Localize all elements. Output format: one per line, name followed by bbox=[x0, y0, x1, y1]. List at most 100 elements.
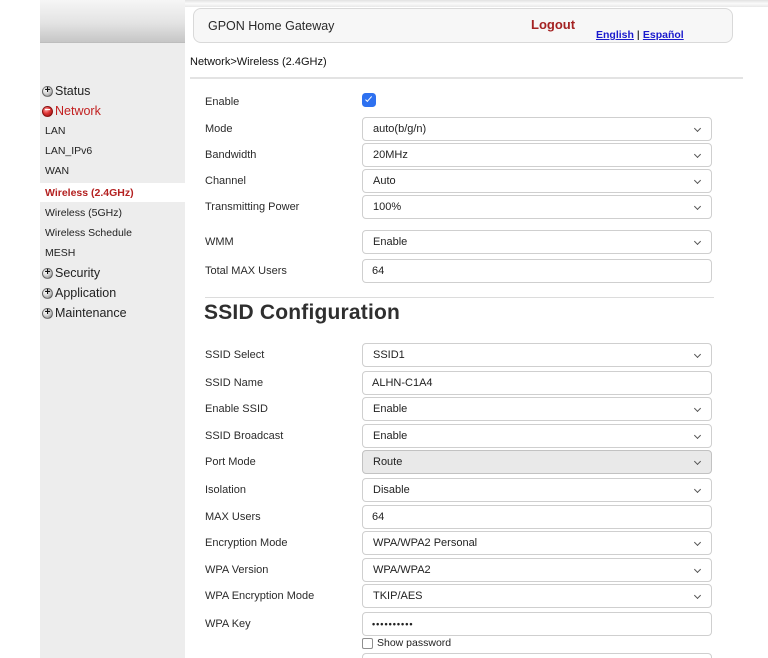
sidebar-item-label: Security bbox=[55, 266, 100, 280]
bandwidth-select[interactable]: 20MHz bbox=[362, 143, 712, 167]
total-max-users-input[interactable] bbox=[362, 259, 712, 283]
show-password-label: Show password bbox=[377, 637, 451, 650]
form-row-wpa-version: WPA Version WPA/WPA2 bbox=[205, 558, 715, 582]
form-row-max-users: MAX Users bbox=[205, 505, 715, 529]
chevron-down-icon bbox=[694, 125, 701, 132]
sidebar-header-band bbox=[40, 0, 185, 43]
sidebar-item-label: Wireless (2.4GHz) bbox=[45, 187, 134, 199]
channel-select[interactable]: Auto bbox=[362, 169, 712, 193]
field-label: Bandwidth bbox=[205, 143, 256, 167]
language-english-link[interactable]: English bbox=[596, 29, 634, 41]
gateway-title: GPON Home Gateway bbox=[208, 9, 334, 43]
encryption-mode-select[interactable]: WPA/WPA2 Personal bbox=[362, 531, 712, 555]
form-row-wpa-encryption-mode: WPA Encryption Mode TKIP/AES bbox=[205, 584, 715, 608]
form-row-transmitting-power: Transmitting Power 100% bbox=[205, 195, 715, 219]
field-label: Channel bbox=[205, 169, 246, 193]
sidebar-item-label: Status bbox=[55, 84, 90, 98]
gateway-header: GPON Home Gateway Logout English|Español bbox=[193, 8, 733, 43]
sidebar-item-lan[interactable]: LAN bbox=[40, 121, 185, 141]
chevron-down-icon bbox=[694, 351, 701, 358]
form-row-total-max-users: Total MAX Users bbox=[205, 259, 715, 283]
sidebar-item-label: Wireless (5GHz) bbox=[45, 207, 122, 219]
sidebar-item-label: LAN_IPv6 bbox=[45, 145, 92, 157]
plus-sphere-icon bbox=[42, 86, 53, 97]
sidebar-item-label: WAN bbox=[45, 165, 69, 177]
sidebar-item-wireless-2-4ghz[interactable]: Wireless (2.4GHz) bbox=[40, 183, 185, 202]
ssid-select[interactable]: SSID1 bbox=[362, 343, 712, 367]
field-label: Isolation bbox=[205, 478, 246, 502]
form-row-channel: Channel Auto bbox=[205, 169, 715, 193]
port-mode-select: Route bbox=[362, 450, 712, 474]
sidebar: Status Network LAN LAN_IPv6 WAN Wireless… bbox=[40, 0, 185, 658]
section-divider bbox=[205, 297, 714, 298]
form-row-enable: Enable bbox=[205, 90, 715, 114]
wpa-version-select[interactable]: WPA/WPA2 bbox=[362, 558, 712, 582]
sidebar-item-mesh[interactable]: MESH bbox=[40, 243, 185, 263]
sidebar-item-wireless-5ghz[interactable]: Wireless (5GHz) bbox=[40, 203, 185, 223]
chevron-down-icon bbox=[694, 539, 701, 546]
form-row-show-password: Show password bbox=[205, 637, 715, 650]
sidebar-item-wan[interactable]: WAN bbox=[40, 161, 185, 181]
sidebar-item-label: Application bbox=[55, 286, 116, 300]
wpa-key-input[interactable] bbox=[362, 612, 712, 636]
sidebar-item-application[interactable]: Application bbox=[40, 283, 185, 303]
form-row-ssid-select: SSID Select SSID1 bbox=[205, 343, 715, 367]
field-label: WPA Key bbox=[205, 612, 251, 636]
chevron-down-icon bbox=[694, 432, 701, 439]
transmitting-power-select[interactable]: 100% bbox=[362, 195, 712, 219]
enable-checkbox[interactable] bbox=[362, 93, 376, 107]
language-spanish-link[interactable]: Español bbox=[643, 29, 684, 41]
mode-select[interactable]: auto(b/g/n) bbox=[362, 117, 712, 141]
sidebar-item-security[interactable]: Security bbox=[40, 263, 185, 283]
sidebar-item-lan-ipv6[interactable]: LAN_IPv6 bbox=[40, 141, 185, 161]
section-divider bbox=[190, 77, 743, 79]
sidebar-item-label: Maintenance bbox=[55, 306, 127, 320]
sidebar-item-network[interactable]: Network bbox=[40, 101, 185, 121]
enable-ssid-select[interactable]: Enable bbox=[362, 397, 712, 421]
field-label: Enable bbox=[205, 90, 239, 114]
form-row-bandwidth: Bandwidth 20MHz bbox=[205, 143, 715, 167]
sidebar-item-status[interactable]: Status bbox=[40, 81, 185, 101]
form-row-port-mode: Port Mode Route bbox=[205, 450, 715, 474]
sidebar-item-wireless-schedule[interactable]: Wireless Schedule bbox=[40, 223, 185, 243]
plus-sphere-icon bbox=[42, 268, 53, 279]
max-users-input[interactable] bbox=[362, 505, 712, 529]
top-strip bbox=[185, 0, 768, 7]
field-label: SSID Name bbox=[205, 371, 263, 395]
field-label: WMM bbox=[205, 230, 234, 254]
wmm-select[interactable]: Enable bbox=[362, 230, 712, 254]
sidebar-item-label: Network bbox=[55, 104, 101, 118]
ssid-broadcast-select[interactable]: Enable bbox=[362, 424, 712, 448]
field-label: Enable SSID bbox=[205, 397, 268, 421]
field-label: MAX Users bbox=[205, 505, 261, 529]
isolation-select[interactable]: Disable bbox=[362, 478, 712, 502]
wpa-encryption-mode-select[interactable]: TKIP/AES bbox=[362, 584, 712, 608]
breadcrumb: Network>Wireless (2.4GHz) bbox=[190, 56, 327, 68]
minus-sphere-icon bbox=[42, 106, 53, 117]
field-label: Total MAX Users bbox=[205, 259, 287, 283]
form-row-encryption-mode: Encryption Mode WPA/WPA2 Personal bbox=[205, 531, 715, 555]
form-row-enable-ssid: Enable SSID Enable bbox=[205, 397, 715, 421]
sidebar-item-maintenance[interactable]: Maintenance bbox=[40, 303, 185, 323]
field-label: SSID Broadcast bbox=[205, 424, 283, 448]
wireless-settings-page: Status Network LAN LAN_IPv6 WAN Wireless… bbox=[0, 0, 768, 658]
form-row-isolation: Isolation Disable bbox=[205, 478, 715, 502]
show-password-checkbox[interactable] bbox=[362, 638, 373, 649]
field-label: WPA Encryption Mode bbox=[205, 584, 314, 608]
field-label: WPA Version bbox=[205, 558, 268, 582]
logout-link[interactable]: Logout bbox=[531, 9, 575, 40]
chevron-down-icon bbox=[694, 486, 701, 493]
field-label: Encryption Mode bbox=[205, 531, 288, 555]
field-label: Mode bbox=[205, 117, 233, 141]
chevron-down-icon bbox=[694, 592, 701, 599]
chevron-down-icon bbox=[694, 177, 701, 184]
form-row-mode: Mode auto(b/g/n) bbox=[205, 117, 715, 141]
sidebar-item-label: Wireless Schedule bbox=[45, 227, 132, 239]
chevron-down-icon bbox=[694, 405, 701, 412]
chevron-down-icon bbox=[694, 458, 701, 465]
form-row-ssid-broadcast: SSID Broadcast Enable bbox=[205, 424, 715, 448]
ssid-name-input[interactable] bbox=[362, 371, 712, 395]
sidebar-item-label: MESH bbox=[45, 247, 75, 259]
next-field-partial-input[interactable] bbox=[362, 653, 712, 658]
language-separator: | bbox=[637, 29, 640, 41]
